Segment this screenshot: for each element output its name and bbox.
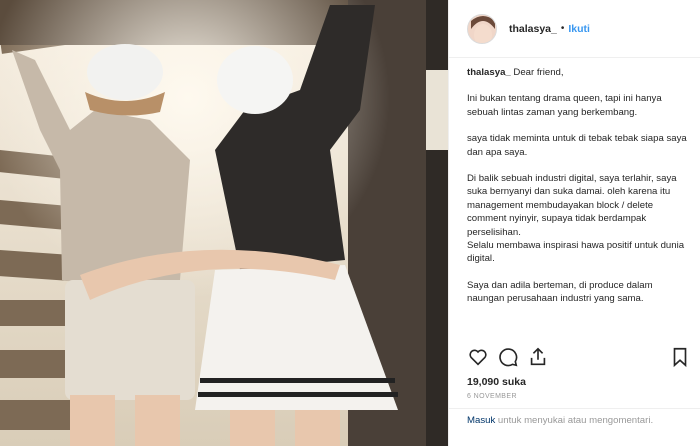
caption-paragraph: Ini bukan tentang drama queen, tapi ini … [467, 93, 662, 118]
post-caption: thalasya_ Dear friend, Ini bukan tentang… [467, 66, 689, 342]
login-text: untuk menyukai atau mengomentari. [495, 415, 654, 426]
caption-opening: Dear friend, [513, 67, 564, 78]
share-icon[interactable] [527, 346, 549, 368]
likes-count[interactable]: 19,090 suka [467, 376, 526, 388]
post-photo[interactable] [0, 0, 448, 446]
avatar[interactable] [467, 13, 497, 44]
comment-icon[interactable] [497, 346, 519, 368]
post-date: 6 November [467, 393, 517, 400]
avatar-image [468, 14, 496, 43]
post-header: thalasya_ • Ikuti [449, 0, 700, 58]
caption-paragraph: Di balik sebuah industri digital, saya t… [467, 173, 685, 265]
separator-dot: • [560, 23, 565, 34]
follow-button[interactable]: Ikuti [568, 23, 590, 35]
post-actions [463, 346, 691, 370]
heart-icon[interactable] [467, 346, 489, 368]
login-prompt: Masuk untuk menyukai atau mengomentari. [467, 414, 667, 427]
bookmark-icon[interactable] [669, 346, 691, 368]
post-username[interactable]: thalasya_ [509, 23, 557, 35]
login-link[interactable]: Masuk [467, 415, 495, 426]
caption-paragraph: saya tidak meminta untuk di tebak tebak … [467, 133, 687, 158]
caption-opening-line: thalasya_ Dear friend, [467, 66, 689, 79]
caption-paragraph: Saya dan adila berteman, di produce dala… [467, 279, 653, 305]
post-photo-image [0, 0, 448, 446]
post-side-panel: thalasya_ • Ikuti thalasya_ Dear friend,… [448, 0, 700, 446]
divider [449, 408, 700, 409]
caption-username[interactable]: thalasya_ [467, 67, 511, 78]
